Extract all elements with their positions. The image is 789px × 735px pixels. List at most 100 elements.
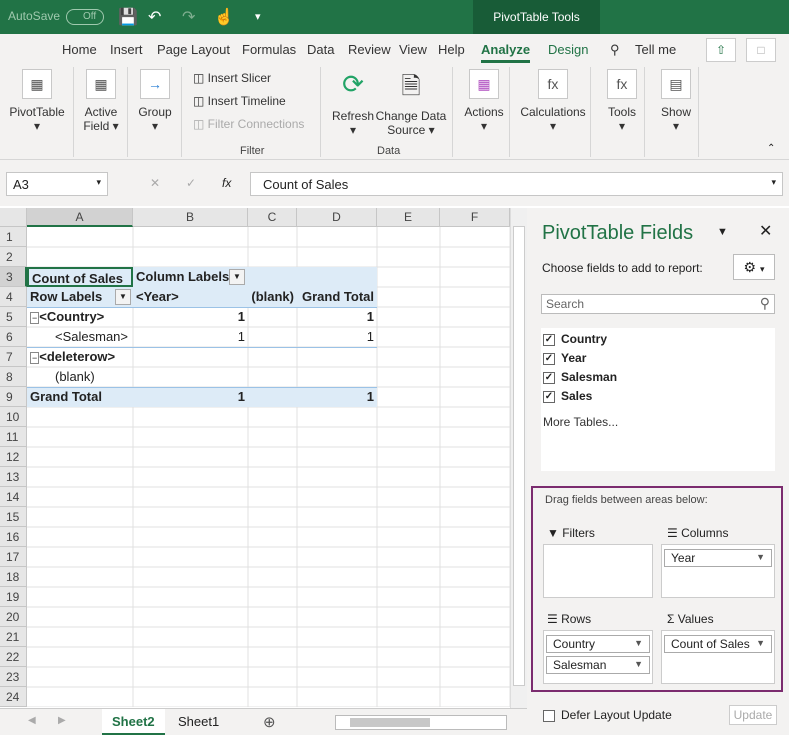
collapse-ribbon-icon[interactable]: ⌃ (767, 143, 775, 154)
row-header-16[interactable]: 16 (0, 527, 27, 547)
row-header-6[interactable]: 6 (0, 327, 27, 347)
columns-item-year[interactable]: Year ▼ (664, 549, 772, 567)
row-header-10[interactable]: 10 (0, 407, 27, 427)
insert-function-icon[interactable]: fx (222, 176, 231, 190)
tab-help[interactable]: Help (438, 42, 465, 57)
cell-c4[interactable]: (blank) (248, 287, 297, 307)
group-button[interactable]: → Group ▾ (134, 69, 176, 133)
field-salesman[interactable]: ✓ Salesman (543, 370, 617, 384)
rows-item-country[interactable]: Country ▼ (546, 635, 650, 653)
horizontal-scrollbar[interactable] (335, 715, 507, 730)
filter-connections-button[interactable]: ◫ Filter Connections (193, 117, 304, 131)
tab-review[interactable]: Review (348, 42, 391, 57)
row-header-21[interactable]: 21 (0, 627, 27, 647)
active-field-button[interactable]: ▦ Active Field ▾ (78, 69, 124, 133)
row-header-18[interactable]: 18 (0, 567, 27, 587)
row-header-5[interactable]: 5 (0, 307, 27, 327)
cell-a6[interactable]: <Salesman> (27, 327, 133, 347)
sheet-tab-sheet2[interactable]: Sheet2 (102, 709, 165, 735)
column-header-e[interactable]: E (377, 208, 440, 227)
insert-timeline-button[interactable]: ◫ Insert Timeline (193, 94, 286, 108)
cell-a8[interactable]: (blank) (27, 367, 133, 387)
column-header-c[interactable]: C (248, 208, 297, 227)
save-icon[interactable]: 💾 (118, 7, 138, 27)
column-header-d[interactable]: D (297, 208, 377, 227)
calculations-button[interactable]: fx Calculations ▾ (517, 69, 589, 133)
column-header-b[interactable]: B (133, 208, 248, 227)
tab-design[interactable]: Design (548, 42, 588, 57)
next-sheet-icon[interactable]: ▶ (58, 715, 66, 726)
columns-drop-area[interactable]: Year ▼ (661, 544, 775, 598)
row-header-7[interactable]: 7 (0, 347, 27, 367)
row-header-4[interactable]: 4 (0, 287, 27, 307)
row-header-3[interactable]: 3 (0, 267, 27, 287)
search-input[interactable]: Search ⚲ (541, 294, 775, 314)
tab-insert[interactable]: Insert (110, 42, 143, 57)
values-item-count-of-sales[interactable]: Count of Sales ▼ (664, 635, 772, 653)
add-sheet-icon[interactable]: ⊕ (263, 713, 276, 731)
row-header-8[interactable]: 8 (0, 367, 27, 387)
comments-icon[interactable]: □ (746, 38, 776, 62)
actions-button[interactable]: ▦ Actions ▾ (461, 69, 507, 133)
row-header-2[interactable]: 2 (0, 247, 27, 267)
autosave-toggle[interactable]: Off (66, 9, 104, 25)
show-button[interactable]: ▤ Show ▾ (654, 69, 698, 133)
vertical-scrollbar[interactable] (510, 208, 527, 708)
share-icon[interactable]: ⇧ (706, 38, 736, 62)
tools-button[interactable]: fx Tools ▾ (600, 69, 644, 133)
cancel-icon[interactable]: ✕ (150, 176, 160, 190)
cell-b4[interactable]: <Year> (133, 287, 248, 307)
collapse-icon[interactable]: − (30, 352, 40, 364)
formula-input[interactable]: Count of Sales ▾ (250, 172, 783, 196)
row-header-14[interactable]: 14 (0, 487, 27, 507)
tab-formulas[interactable]: Formulas (242, 42, 296, 57)
tab-analyze[interactable]: Analyze (481, 42, 531, 63)
tab-page-layout[interactable]: Page Layout (157, 42, 230, 57)
cell-b5[interactable]: 1 (133, 307, 248, 327)
pane-options-icon[interactable]: ▼ (717, 226, 728, 238)
row-header-19[interactable]: 19 (0, 587, 27, 607)
cell-d9[interactable]: 1 (297, 387, 377, 407)
redo-icon[interactable]: ↷ (182, 7, 195, 27)
row-header-22[interactable]: 22 (0, 647, 27, 667)
values-drop-area[interactable]: Count of Sales ▼ (661, 630, 775, 684)
tab-view[interactable]: View (399, 42, 427, 57)
worksheet-grid[interactable]: A B C D E F 1 2 3 4 5 6 7 8 9 10 11 12 13 14 15 16 17 18 1… (0, 208, 510, 708)
name-box[interactable]: A3 ▾ (6, 172, 108, 196)
collapse-icon[interactable]: − (30, 312, 40, 324)
refresh-button[interactable]: ⟳ Refresh ▾ (330, 69, 376, 137)
cell-d5[interactable]: 1 (297, 307, 377, 327)
filters-drop-area[interactable] (543, 544, 653, 598)
close-icon[interactable]: ✕ (759, 221, 772, 241)
column-header-a[interactable]: A (27, 208, 133, 227)
change-data-source-button[interactable]: 🗎 Change Data Source ▾ (375, 69, 447, 137)
touch-mode-icon[interactable]: ☝ (214, 7, 234, 27)
cell-d4[interactable]: Grand Total (297, 287, 377, 307)
cell-a7[interactable]: − <deleterow> (27, 347, 177, 367)
insert-slicer-button[interactable]: ◫ Insert Slicer (193, 71, 271, 85)
defer-layout-update-checkbox[interactable]: Defer Layout Update (543, 708, 672, 722)
cell-b9[interactable]: 1 (133, 387, 248, 407)
field-year[interactable]: ✓ Year (543, 351, 586, 365)
row-header-11[interactable]: 11 (0, 427, 27, 447)
more-tables-link[interactable]: More Tables... (543, 415, 618, 429)
pivottable-button[interactable]: ▦ PivotTable ▾ (6, 69, 68, 133)
row-header-1[interactable]: 1 (0, 227, 27, 247)
field-sales[interactable]: ✓ Sales (543, 389, 592, 403)
tab-data[interactable]: Data (307, 42, 334, 57)
row-header-12[interactable]: 12 (0, 447, 27, 467)
tab-home[interactable]: Home (62, 42, 97, 57)
row-filter-dropdown[interactable]: ▼ (115, 289, 131, 305)
rows-item-salesman[interactable]: Salesman ▼ (546, 656, 650, 674)
select-all[interactable] (0, 208, 27, 227)
row-header-20[interactable]: 20 (0, 607, 27, 627)
row-header-17[interactable]: 17 (0, 547, 27, 567)
settings-gear-icon[interactable]: ⚙ ▾ (733, 254, 775, 280)
row-header-15[interactable]: 15 (0, 507, 27, 527)
field-country[interactable]: ✓ Country (543, 332, 607, 346)
row-header-23[interactable]: 23 (0, 667, 27, 687)
sheet-tab-sheet1[interactable]: Sheet1 (168, 709, 229, 735)
row-header-9[interactable]: 9 (0, 387, 27, 407)
customize-qat-icon[interactable]: ▾ (255, 10, 261, 23)
row-header-24[interactable]: 24 (0, 687, 27, 707)
